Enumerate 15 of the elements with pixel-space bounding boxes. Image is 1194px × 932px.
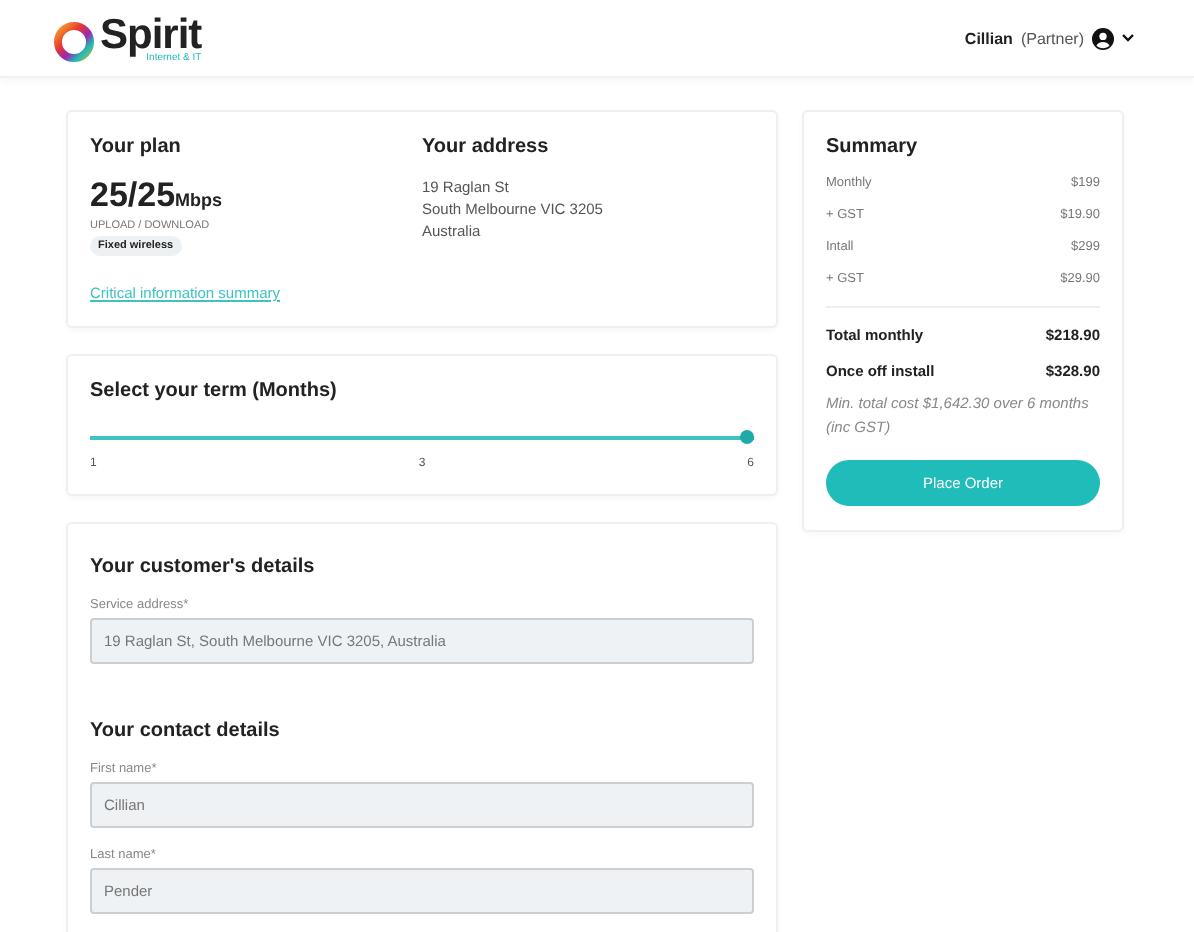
user-role: (Partner) (1020, 29, 1084, 47)
logo-ring-icon (52, 19, 96, 63)
chevron-down-icon[interactable] (1122, 34, 1134, 42)
section-title: Your customer's details (90, 556, 317, 578)
plan-title: Your plan (90, 136, 183, 158)
term-slider[interactable] (90, 430, 754, 444)
plan-speed: 25/25 (90, 176, 176, 216)
speed-unit: Mbps (175, 190, 223, 210)
section-title: Your contact details (90, 720, 282, 742)
summary-title: Summary (826, 136, 920, 158)
address-title: Your address (422, 136, 551, 158)
brand-name: Spirit (100, 13, 202, 55)
account-icon[interactable] (1092, 27, 1114, 49)
user-name: Cillian (964, 29, 1013, 47)
term-title: Select your term (Months) (90, 380, 339, 402)
